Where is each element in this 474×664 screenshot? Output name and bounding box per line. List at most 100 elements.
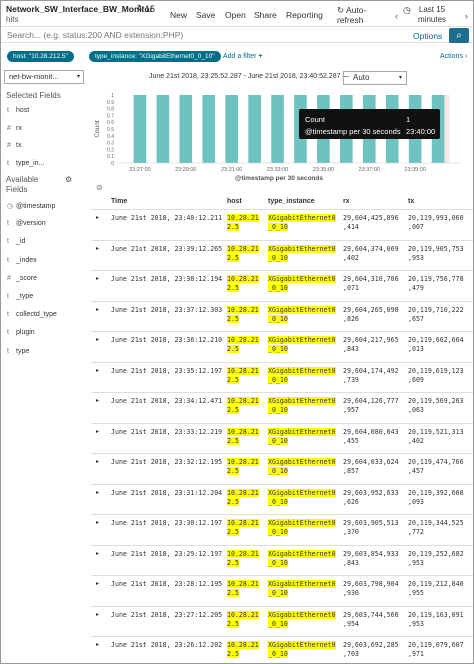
time-prev-icon[interactable]: ‹ [395, 11, 398, 21]
cell-host-line1: 10.28.21 [227, 244, 259, 253]
sidebar-field-collectdtype[interactable]: t collectd_type [7, 311, 57, 321]
hits-count: 15 [145, 4, 156, 14]
col-header-type-instance[interactable]: type_instance [268, 198, 315, 205]
expand-row-icon[interactable]: ▸ [96, 397, 99, 404]
sidebar-field-timestamp[interactable]: ◷ @timestamp [7, 202, 55, 212]
search-button[interactable]: ⌕ [449, 28, 469, 43]
index-pattern-select[interactable]: net-bw-monit... ▾ [4, 70, 84, 84]
expand-row-icon[interactable]: ▸ [96, 306, 99, 313]
table-row[interactable]: ▸ June 21st 2018, 23:38:12.194 10.28.21 2.5… [91, 270, 473, 303]
cell-tx-line1: 20,119,619,123 [408, 366, 464, 375]
expand-row-icon[interactable]: ▸ [96, 550, 99, 557]
table-row[interactable]: ▸ June 21st 2018, 23:34:12.471 10.28.21 2.5… [91, 392, 473, 425]
col-header-tx[interactable]: tx [408, 198, 414, 205]
interval-select[interactable]: Auto ▾ [343, 71, 407, 85]
table-row[interactable]: ▸ June 21st 2018, 23:35:12.197 10.28.21 2.5… [91, 361, 473, 395]
new-button[interactable]: New [170, 10, 187, 20]
add-filter-link[interactable]: Add a filter + [223, 53, 263, 60]
expand-row-icon[interactable]: ▸ [96, 611, 99, 618]
sidebar-field-rx[interactable]: # rx [7, 125, 22, 135]
table-row[interactable]: ▸ June 21st 2018, 23:30:12.197 10.28.21 2.5… [91, 514, 473, 547]
cell-type-instance: XGigabitEthernet0 _0_10 [268, 641, 336, 659]
expand-row-icon[interactable]: ▸ [96, 519, 99, 526]
sidebar-field-index[interactable]: t _index [7, 257, 37, 267]
refresh-icon[interactable]: ↻ [137, 3, 145, 14]
chart-tooltip: Count 1 @timestamp per 30 seconds 23:40:… [299, 109, 440, 139]
table-header: Time host type_instance rx tx [91, 197, 473, 207]
share-button[interactable]: Share [254, 10, 277, 20]
options-link[interactable]: Options [413, 31, 442, 41]
cell-type-line2: _0_10 [268, 223, 288, 231]
cell-rx-line1: 29,603,952,633 [343, 488, 399, 497]
table-row[interactable]: ▸ June 21st 2018, 23:36:12.210 10.28.21 2.5… [91, 331, 473, 364]
sidebar-field-tx[interactable]: # tx [7, 142, 21, 152]
expand-row-icon[interactable]: ▸ [96, 458, 99, 465]
table-row[interactable]: ▸ June 21st 2018, 23:39:12.265 10.28.21 2.5… [91, 239, 473, 273]
cell-tx-line1: 20,119,344,525 [408, 519, 464, 527]
cell-type-instance: XGigabitEthernet0 _0_10 [268, 519, 336, 537]
sidebar-field-type[interactable]: t _type [7, 293, 33, 303]
reporting-button[interactable]: Reporting [286, 10, 323, 20]
cell-tx: 20,119,569,263,063 [408, 397, 464, 415]
actions-link[interactable]: Actions › [440, 53, 467, 60]
table-row[interactable]: ▸ June 21st 2018, 23:32:12.195 10.28.21 2.5… [91, 453, 473, 486]
table-row[interactable]: ▸ June 21st 2018, 23:27:12.205 10.28.21 2.5… [91, 605, 473, 639]
sidebar-field-score[interactable]: # _score [7, 275, 37, 285]
filter-pill-type-instance[interactable]: type_instance: "XGigabitEthernet0_0_10" [89, 51, 221, 62]
top-nav-bar: Network_SW_Interface_BW_Monitor ↻ 15 hit… [1, 1, 473, 25]
cell-rx: 29,604,080,043,455 [343, 428, 399, 446]
sidebar-field-type[interactable]: t type [7, 348, 29, 358]
expand-row-icon[interactable]: ▸ [96, 489, 99, 496]
cell-type-line1: XGigabitEthernet0 [268, 641, 336, 649]
cell-tx-line2: ,657 [408, 314, 424, 323]
cell-rx-line2: ,857 [343, 467, 359, 475]
time-picker-button[interactable]: Last 15 minutes [418, 5, 446, 25]
table-row[interactable]: ▸ June 21st 2018, 23:26:12.202 10.28.21 2.5… [91, 636, 473, 663]
gear-icon[interactable]: ⚙ [65, 175, 72, 184]
table-row[interactable]: ▸ June 21st 2018, 23:29:12.197 10.28.21 2.5… [91, 544, 473, 578]
expand-row-icon[interactable]: ▸ [96, 336, 99, 343]
sidebar-field-id[interactable]: t _id [7, 238, 25, 248]
cell-rx: 29,604,310,706,071 [343, 275, 399, 293]
sidebar-field-host[interactable]: t host [7, 107, 29, 117]
tooltip-label-timestamp: @timestamp per 30 seconds [305, 127, 401, 136]
expand-row-icon[interactable]: ▸ [96, 275, 99, 282]
col-header-time[interactable]: Time [111, 198, 127, 205]
field-name: _id [16, 238, 26, 246]
sidebar-field-typein[interactable]: t type_in... [7, 160, 44, 170]
sidebar-field-version[interactable]: t @version [7, 220, 46, 230]
expand-row-icon[interactable]: ▸ [96, 428, 99, 435]
time-picker-label-1: Last 15 [418, 5, 446, 14]
col-header-rx[interactable]: rx [343, 198, 350, 205]
cell-type-line1: XGigabitEthernet0 [268, 580, 336, 588]
cell-rx: 29,603,744,566,954 [343, 611, 399, 629]
expand-row-icon[interactable]: ▸ [96, 641, 99, 648]
table-row[interactable]: ▸ June 21st 2018, 23:31:12.204 10.28.21 2.5… [91, 483, 473, 517]
open-button[interactable]: Open [225, 10, 246, 20]
field-name: plugin [16, 329, 35, 337]
expand-row-icon[interactable]: ▸ [96, 580, 99, 587]
plus-icon: + [258, 53, 263, 60]
actions-label: Actions [440, 53, 463, 60]
field-type-icon: t [7, 159, 9, 167]
table-row[interactable]: ▸ June 21st 2018, 23:40:12.211 10.28.21 2.5… [91, 209, 473, 242]
expand-row-icon[interactable]: ▸ [96, 367, 99, 374]
expand-row-icon[interactable]: ▸ [96, 214, 99, 221]
cell-tx-line2: ,063 [408, 406, 424, 414]
time-next-icon[interactable]: › [465, 11, 468, 21]
search-input[interactable] [7, 29, 397, 41]
cell-host-line1: 10.28.21 [227, 488, 259, 497]
table-row[interactable]: ▸ June 21st 2018, 23:37:12.303 10.28.21 2.5… [91, 300, 473, 334]
save-button[interactable]: Save [196, 10, 215, 20]
cell-rx: 29,604,174,492,739 [343, 367, 399, 385]
table-row[interactable]: ▸ June 21st 2018, 23:28:12.195 10.28.21 2.5… [91, 575, 473, 608]
cell-time: June 21st 2018, 23:37:12.303 [111, 305, 223, 314]
filter-pill-host[interactable]: host: "10.28.212.5" [7, 51, 74, 62]
cell-type-line1: XGigabitEthernet0 [268, 458, 336, 466]
sidebar-field-plugin[interactable]: t plugin [7, 329, 35, 339]
auto-refresh-button[interactable]: ↻ Auto- refresh [337, 5, 366, 25]
table-row[interactable]: ▸ June 21st 2018, 23:33:12.219 10.28.21 2.5… [91, 422, 473, 456]
expand-row-icon[interactable]: ▸ [96, 245, 99, 252]
collapse-chart-icon[interactable]: ⊜ [96, 183, 103, 192]
col-header-host[interactable]: host [227, 198, 242, 205]
